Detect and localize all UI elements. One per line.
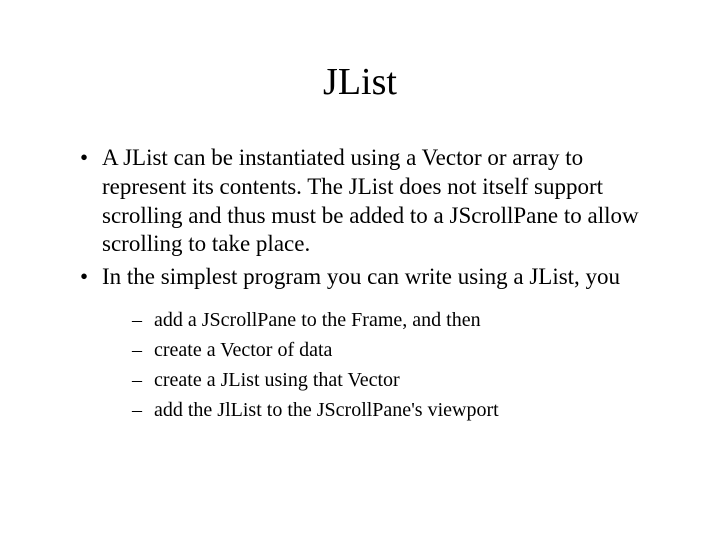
slide: JList A JList can be instantiated using … bbox=[0, 0, 720, 540]
bullet-list: A JList can be instantiated using a Vect… bbox=[60, 144, 660, 424]
bullet-item: In the simplest program you can write us… bbox=[80, 263, 650, 424]
sub-bullet-item: create a Vector of data bbox=[132, 336, 650, 364]
slide-title: JList bbox=[60, 60, 660, 104]
bullet-text: In the simplest program you can write us… bbox=[102, 264, 620, 289]
sub-bullet-item: add a JScrollPane to the Frame, and then bbox=[132, 306, 650, 334]
bullet-item: A JList can be instantiated using a Vect… bbox=[80, 144, 650, 259]
sub-bullet-item: create a JList using that Vector bbox=[132, 366, 650, 394]
sub-bullet-item: add the JlList to the JScrollPane's view… bbox=[132, 396, 650, 424]
sub-bullet-list: add a JScrollPane to the Frame, and then… bbox=[102, 306, 650, 424]
